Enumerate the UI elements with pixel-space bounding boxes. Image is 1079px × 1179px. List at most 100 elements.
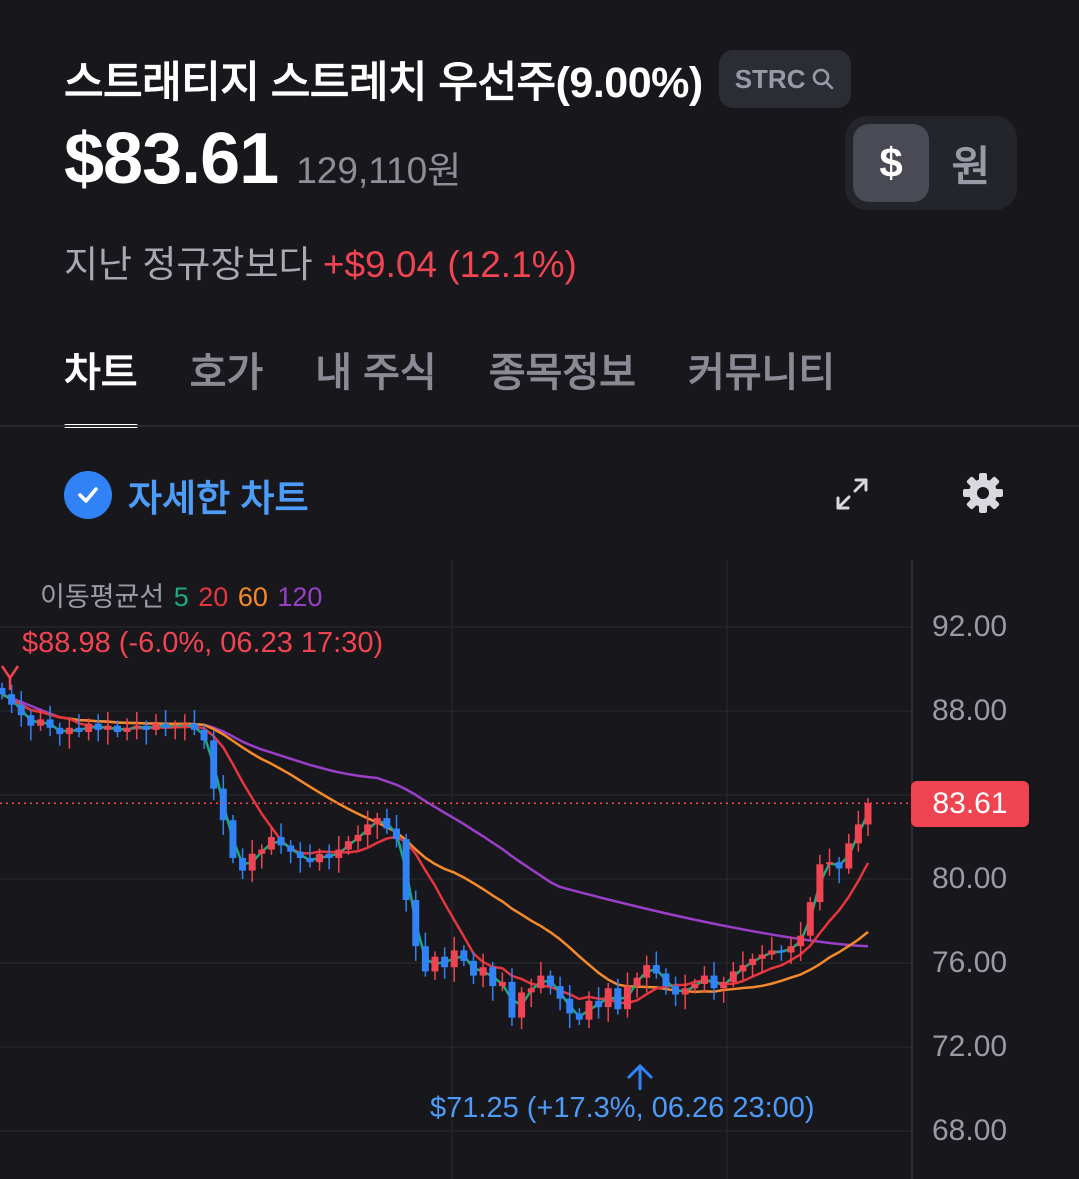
tab-community[interactable]: 커뮤니티 xyxy=(688,340,835,428)
candle-body xyxy=(344,841,352,850)
candle-body xyxy=(450,950,458,968)
candle-body xyxy=(248,853,256,871)
candle-body xyxy=(335,849,343,858)
candle-body xyxy=(460,950,468,961)
candle-body xyxy=(306,858,314,863)
high-marker-arrow xyxy=(0,665,20,681)
candle-body xyxy=(239,858,247,871)
candle-body xyxy=(700,975,708,984)
candle-body xyxy=(190,723,198,730)
ma-legend: 이동평균선 5 20 60 120 xyxy=(38,575,322,614)
candle-body xyxy=(845,843,853,869)
candle-body xyxy=(56,727,64,735)
ticker-search-chip[interactable]: STRC xyxy=(718,50,852,108)
tab-chart[interactable]: 차트 xyxy=(64,340,138,428)
candle-body xyxy=(373,818,381,825)
low-annotation: $71.25 (+17.3%, 06.26 23:00) xyxy=(430,1092,815,1124)
candle-body xyxy=(518,992,526,1018)
candle-body xyxy=(672,986,680,995)
currency-usd-button[interactable]: $ xyxy=(853,124,929,202)
candle-body xyxy=(739,965,747,972)
candle-body xyxy=(8,694,16,705)
candle-body xyxy=(210,740,218,789)
candle-body xyxy=(296,851,304,858)
candle-body xyxy=(277,837,285,846)
expand-icon[interactable] xyxy=(832,474,872,514)
candle-body xyxy=(229,820,237,858)
y-tick-label: 80.00 xyxy=(932,862,1008,895)
candle-body xyxy=(777,950,785,953)
price-krw: 129,110원 xyxy=(296,150,462,191)
candle-body xyxy=(181,723,189,726)
stock-title: 스트래티지 스트레치 우선주(9.00%) xyxy=(64,59,703,107)
candle-body xyxy=(65,727,73,735)
ma-legend-5: 5 xyxy=(173,582,189,612)
tab-orderbook[interactable]: 호가 xyxy=(190,340,264,428)
candle-body xyxy=(489,967,497,987)
detail-chart-toggle[interactable]: 자세한 차트 xyxy=(64,468,308,522)
ma-legend-120: 120 xyxy=(277,582,323,612)
candle-body xyxy=(787,946,795,953)
candle-body xyxy=(0,687,6,695)
candle-body xyxy=(383,818,391,829)
tab-stock-info[interactable]: 종목정보 xyxy=(489,340,636,428)
candle-body xyxy=(479,967,487,976)
candle-body xyxy=(720,981,728,989)
candle-body xyxy=(325,853,333,858)
candle-body xyxy=(508,981,516,1018)
ma-legend-20: 20 xyxy=(198,582,229,612)
tab-bar: 차트 호가 내 주식 종목정보 커뮤니티 xyxy=(64,340,835,428)
candle-body xyxy=(219,788,227,821)
y-tick-label: 76.00 xyxy=(932,946,1008,979)
candle-body xyxy=(316,853,324,863)
tab-my-stock[interactable]: 내 주식 xyxy=(315,340,437,428)
candle-body xyxy=(287,845,295,852)
candle-body xyxy=(267,837,275,850)
candle-body xyxy=(729,971,737,982)
y-tick-label: 68.00 xyxy=(932,1114,1008,1147)
candle-body xyxy=(633,977,641,987)
candle-body xyxy=(133,725,141,728)
ticker-label: STRC xyxy=(734,63,806,94)
candle-body xyxy=(162,723,170,728)
candle-body xyxy=(595,1000,603,1008)
ma60-line xyxy=(1,693,869,994)
candle-body xyxy=(527,988,535,993)
candle-body xyxy=(393,828,401,840)
candle-body xyxy=(46,719,54,728)
currency-toggle[interactable]: $ 원 xyxy=(845,116,1017,210)
candle-body xyxy=(498,981,506,987)
candle-body xyxy=(354,834,362,842)
candle-body xyxy=(402,839,410,900)
candle-body xyxy=(431,956,439,972)
candle-body xyxy=(652,965,660,974)
gear-icon[interactable] xyxy=(960,470,1006,516)
price-row: $83.61 129,110원 xyxy=(64,118,461,200)
title-row: 스트래티지 스트레치 우선주(9.00%) STRC xyxy=(64,48,852,110)
change-value: +$9.04 (12.1%) xyxy=(322,244,577,285)
ma-legend-label: 이동평균선 xyxy=(40,582,165,612)
candle-body xyxy=(94,723,102,730)
candle-body xyxy=(806,902,814,936)
currency-krw-button[interactable]: 원 xyxy=(933,124,1009,202)
candle-body xyxy=(816,864,824,903)
candle-body xyxy=(200,729,208,741)
check-icon[interactable] xyxy=(64,471,112,519)
candle-body xyxy=(768,950,776,955)
candle-body xyxy=(537,975,545,989)
candle-body xyxy=(27,715,35,726)
candle-body xyxy=(123,727,131,732)
ma120-line xyxy=(1,693,869,948)
candle-body xyxy=(412,900,420,947)
candle-body xyxy=(364,824,372,835)
y-tick-label: 72.00 xyxy=(932,1030,1008,1063)
y-tick-label: 88.00 xyxy=(932,694,1008,727)
candle-body xyxy=(662,973,670,987)
candle-body xyxy=(17,704,25,716)
candle-body xyxy=(556,986,564,999)
candle-body xyxy=(258,849,266,854)
price-change: 지난 정규장보다 +$9.04 (12.1%) xyxy=(64,234,577,288)
y-tick-label: 92.00 xyxy=(932,610,1008,643)
candle-body xyxy=(758,954,766,959)
candle-body xyxy=(469,960,477,976)
